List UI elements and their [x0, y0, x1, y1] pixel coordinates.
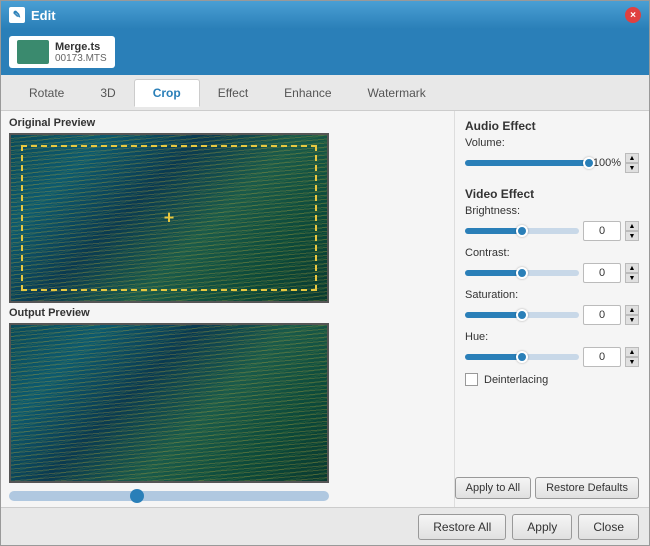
- restore-all-button[interactable]: Restore All: [418, 514, 506, 540]
- brightness-value[interactable]: [583, 221, 621, 241]
- contrast-track[interactable]: [465, 270, 579, 276]
- file-item[interactable]: Merge.ts 00173.MTS: [9, 36, 115, 68]
- volume-fill: [465, 160, 589, 166]
- timeline-thumb[interactable]: [130, 489, 144, 503]
- brightness-track[interactable]: [465, 228, 579, 234]
- volume-spinner: ▲ ▼: [625, 153, 639, 173]
- brightness-label: Brightness:: [465, 205, 639, 217]
- original-preview-box: +: [9, 133, 329, 303]
- contrast-value[interactable]: [583, 263, 621, 283]
- contrast-up[interactable]: ▲: [625, 263, 639, 273]
- tab-crop[interactable]: Crop: [134, 79, 200, 107]
- window-title: Edit: [31, 8, 56, 23]
- volume-slider-thumb[interactable]: [583, 157, 595, 169]
- video-effect-title: Video Effect: [465, 187, 639, 201]
- hue-down[interactable]: ▼: [625, 357, 639, 367]
- timeline-bar[interactable]: [9, 491, 329, 501]
- volume-label: Volume:: [465, 137, 639, 149]
- hue-value[interactable]: [583, 347, 621, 367]
- hue-thumb[interactable]: [516, 351, 528, 363]
- volume-track[interactable]: [465, 160, 589, 166]
- tab-bar: Rotate 3D Crop Effect Enhance Watermark: [1, 75, 649, 111]
- brightness-control: Brightness: ▲ ▼: [465, 205, 639, 241]
- restore-defaults-button[interactable]: Restore Defaults: [535, 477, 639, 499]
- video-effect-section: Video Effect Brightness: ▲ ▼: [465, 187, 639, 386]
- bottom-bar: Restore All Apply Close: [1, 507, 649, 545]
- volume-up[interactable]: ▲: [625, 153, 639, 163]
- saturation-down[interactable]: ▼: [625, 315, 639, 325]
- file-thumbnail: [17, 40, 49, 64]
- app-icon: ✎: [9, 7, 25, 23]
- saturation-label: Saturation:: [465, 289, 639, 301]
- apply-to-all-button[interactable]: Apply to All: [455, 477, 531, 499]
- contrast-label: Contrast:: [465, 247, 639, 259]
- hue-track[interactable]: [465, 354, 579, 360]
- volume-control: Volume: 100% ▲ ▼: [465, 137, 639, 173]
- brightness-up[interactable]: ▲: [625, 221, 639, 231]
- crop-overlay[interactable]: +: [21, 145, 317, 291]
- deinterlace-row: Deinterlacing: [465, 373, 639, 386]
- audio-effect-section: Audio Effect Volume: 100% ▲ ▼: [465, 119, 639, 179]
- volume-value: 100%: [593, 157, 621, 169]
- brightness-spinner: ▲ ▼: [625, 221, 639, 241]
- tab-rotate[interactable]: Rotate: [11, 80, 82, 106]
- saturation-track[interactable]: [465, 312, 579, 318]
- output-preview-section: Output Preview ⏮ ◀ ▶ ■ ⏭ 🔊: [9, 307, 446, 507]
- contrast-control: Contrast: ▲ ▼: [465, 247, 639, 283]
- contrast-spinner: ▲ ▼: [625, 263, 639, 283]
- tab-watermark[interactable]: Watermark: [350, 80, 444, 106]
- deinterlace-checkbox[interactable]: [465, 373, 478, 386]
- saturation-control: Saturation: ▲ ▼: [465, 289, 639, 325]
- hue-spinner: ▲ ▼: [625, 347, 639, 367]
- file-name-sub: 00173.MTS: [55, 53, 107, 64]
- file-bar: Merge.ts 00173.MTS: [1, 29, 649, 75]
- saturation-value[interactable]: [583, 305, 621, 325]
- contrast-down[interactable]: ▼: [625, 273, 639, 283]
- volume-down[interactable]: ▼: [625, 163, 639, 173]
- saturation-spinner: ▲ ▼: [625, 305, 639, 325]
- right-panel: Audio Effect Volume: 100% ▲ ▼: [454, 111, 649, 507]
- edit-window: ✎ Edit × Merge.ts 00173.MTS Rotate 3D Cr…: [0, 0, 650, 546]
- crop-center-icon: +: [164, 208, 175, 229]
- output-preview-label: Output Preview: [9, 307, 446, 319]
- hue-control: Hue: ▲ ▼: [465, 331, 639, 367]
- close-button[interactable]: ×: [625, 7, 641, 23]
- deinterlace-label: Deinterlacing: [484, 374, 548, 386]
- audio-effect-title: Audio Effect: [465, 119, 639, 133]
- brightness-down[interactable]: ▼: [625, 231, 639, 241]
- output-video-bg: [11, 325, 327, 481]
- brightness-thumb[interactable]: [516, 225, 528, 237]
- output-preview-box: [9, 323, 329, 483]
- original-preview-label: Original Preview: [9, 117, 446, 129]
- saturation-up[interactable]: ▲: [625, 305, 639, 315]
- tab-effect[interactable]: Effect: [200, 80, 266, 106]
- volume-slider-row: 100% ▲ ▼: [465, 153, 639, 173]
- apply-button[interactable]: Apply: [512, 514, 572, 540]
- right-bottom-buttons: Apply to All Restore Defaults: [465, 477, 639, 499]
- hue-up[interactable]: ▲: [625, 347, 639, 357]
- titlebar: ✎ Edit ×: [1, 1, 649, 29]
- file-name-main: Merge.ts: [55, 41, 107, 53]
- original-preview-section: Original Preview +: [9, 117, 446, 303]
- tab-enhance[interactable]: Enhance: [266, 80, 349, 106]
- main-content: Original Preview + Output Preview: [1, 111, 649, 507]
- hue-label: Hue:: [465, 331, 639, 343]
- close-dialog-button[interactable]: Close: [578, 514, 639, 540]
- saturation-thumb[interactable]: [516, 309, 528, 321]
- contrast-thumb[interactable]: [516, 267, 528, 279]
- tab-3d[interactable]: 3D: [82, 80, 133, 106]
- left-panel: Original Preview + Output Preview: [1, 111, 454, 507]
